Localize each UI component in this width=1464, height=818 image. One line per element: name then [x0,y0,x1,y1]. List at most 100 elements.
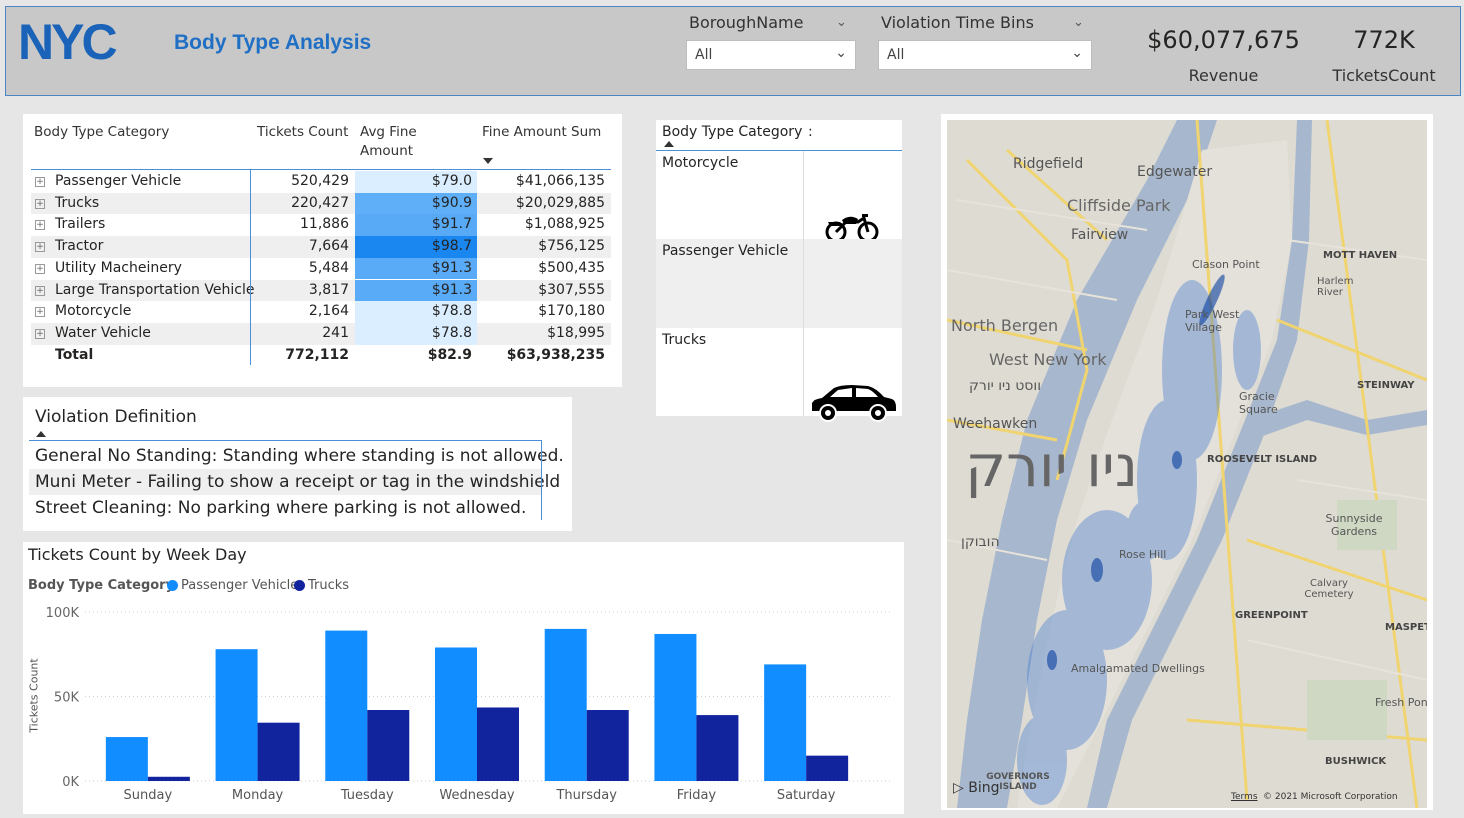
row-avg-fine: $90.9 [355,192,477,215]
map-city-label: ניו יורק [965,432,1139,500]
time-bins-dropdown-value: All [887,47,905,63]
bar-passenger-vehicle[interactable] [544,628,587,781]
bar-passenger-vehicle[interactable] [435,647,477,781]
bar-trucks[interactable] [586,710,629,781]
time-bins-dropdown[interactable]: All ⌄ [878,40,1092,70]
body-type-matrix: Body Type Category Tickets Count Avg Fin… [23,114,622,387]
page-title: Body Type Analysis [174,31,372,54]
map-label: Harlem River [1317,276,1354,298]
bar-passenger-vehicle[interactable] [105,737,148,781]
row-tickets-count: 7,664 [308,238,349,255]
borough-slicer-label: BoroughName [689,13,804,32]
col-header-avg-fine-line1: Avg Fine [360,124,417,140]
violation-definition-table: Violation Definition General No Standing… [23,397,572,531]
table-row[interactable]: + Trucks 220,427 $90.9 $20,029,885 [31,192,611,215]
sort-asc-icon[interactable] [664,141,674,147]
borough-dropdown[interactable]: All ⌄ [686,40,856,70]
table-row[interactable]: + Tractor 7,664 $98.7 $756,125 [31,236,611,258]
table-row[interactable]: + Passenger Vehicle 520,429 $79.0 $41,066,13… [31,171,611,193]
row-fine-sum: $1,088,925 [524,216,605,233]
x-tick-label: Thursday [555,788,617,803]
expand-row-icon[interactable]: + [35,328,45,339]
bar-passenger-vehicle[interactable] [764,664,807,781]
map-label: Weehawken [953,416,1038,432]
sort-desc-icon[interactable] [483,158,493,164]
y-tick-label: 100K [46,606,80,621]
y-tick-label: 50K [54,691,80,706]
table-row[interactable]: + Motorcycle 2,164 $78.8 $170,180 [31,301,611,323]
total-fine-sum: $63,938,235 [506,346,605,363]
col-header-category[interactable]: Body Type Category [34,123,169,142]
expand-row-icon[interactable]: + [35,307,45,318]
time-bins-slicer-collapse-icon[interactable]: ⌄ [1073,15,1084,30]
x-tick-label: Tuesday [340,788,394,803]
row-avg-fine: $78.8 [355,301,477,323]
expand-row-icon[interactable]: + [35,198,45,209]
bar-passenger-vehicle[interactable] [654,633,697,781]
col-header-tickets-count[interactable]: Tickets Count [257,123,348,142]
bar-trucks[interactable] [477,707,519,781]
bar-passenger-vehicle[interactable] [325,630,368,781]
map-canvas[interactable]: Ridgefield Edgewater Cliffside Park Fair… [947,120,1427,808]
map-label: Calvary Cemetery [1304,578,1354,600]
bing-label: Bing [968,780,1000,796]
expand-row-icon[interactable]: + [35,220,45,231]
violation-definition-row[interactable]: Muni Meter - Failing to show a receipt o… [29,469,560,495]
violation-definition-header[interactable]: Violation Definition [35,407,197,427]
table-border [541,440,542,520]
map-terms-link[interactable]: Terms [1231,792,1258,802]
col-header-image[interactable]: : [808,124,813,140]
row-category: Large Transportation Vehicle [55,281,255,298]
row-fine-sum: $41,066,135 [515,173,605,189]
table-row[interactable]: + Large Transportation Vehicle 3,817 $91.3 $… [31,279,611,302]
col-header-fine-sum[interactable]: Fine Amount Sum [482,123,601,142]
row-category: Motorcycle [55,303,132,320]
expand-row-icon[interactable]: + [35,242,45,253]
bar-passenger-vehicle[interactable] [215,649,258,781]
bar-trucks[interactable] [257,722,300,781]
bar-trucks[interactable] [147,776,190,781]
row-category: Trucks [55,194,100,211]
total-avg-fine: $82.9 [427,346,472,363]
row-tickets-count: 2,164 [308,303,349,320]
ticket-density-map[interactable]: Ridgefield Edgewater Cliffside Park Fair… [941,114,1433,810]
map-label: STEINWAY [1357,380,1415,391]
chevron-down-icon: ⌄ [1071,45,1083,61]
map-label: Edgewater [1137,164,1213,180]
table-row[interactable]: + Water Vehicle 241 $78.8 $18,995 [31,322,611,345]
borough-slicer-collapse-icon[interactable]: ⌄ [836,15,847,30]
image-table-row[interactable]: Passenger Vehicle [656,239,902,422]
map-label: Fairview [1071,227,1129,243]
row-avg-fine: $78.8 [355,322,477,345]
nyc-logo: NYC [18,14,158,70]
row-category: Water Vehicle [55,324,151,341]
expand-row-icon[interactable]: + [35,263,45,274]
map-copyright: © 2021 Microsoft Corporation [1263,792,1398,802]
table-row[interactable]: + Trailers 11,886 $91.7 $1,088,925 [31,214,611,237]
image-table-row[interactable]: Motorcycle [656,151,902,243]
violation-definition-row[interactable]: General No Standing: Standing where stan… [29,443,564,469]
header-divider [31,169,611,170]
violation-definition-row[interactable]: Street Cleaning: No parking where parkin… [29,495,541,521]
chart-plot-area: 0K 50K 100K Sunday Monday Tuesday Wednesday Thu… [46,606,893,803]
row-tickets-count: 11,886 [300,216,349,233]
col-header-category[interactable]: Body Type Category [662,124,802,140]
sort-asc-icon[interactable] [36,431,46,437]
expand-row-icon[interactable]: + [35,177,45,187]
col-header-avg-fine[interactable]: Avg Fine Amount [360,123,417,161]
tickets-kpi-value: 772K [1353,26,1415,54]
row-avg-fine: $91.3 [355,257,477,280]
bing-b-icon: ▷ [953,780,964,796]
bar-trucks[interactable] [367,710,410,781]
bar-trucks[interactable] [696,715,739,781]
bar-trucks[interactable] [806,755,849,781]
x-tick-label: Monday [232,788,284,803]
row-category: Utility Macheinery [55,259,182,276]
weekday-tickets-chart[interactable]: Tickets Count by Week Day Body Type Cate… [23,542,904,814]
expand-row-icon[interactable]: + [35,285,45,296]
total-row: Total 772,112 $82.9 $63,938,235 [31,345,611,367]
image-table-row[interactable]: Trucks [656,328,902,602]
chevron-down-icon: ⌄ [835,45,847,61]
row-avg-fine: $79.0 [355,171,477,193]
table-row[interactable]: + Utility Macheinery 5,484 $91.3 $500,435 [31,257,611,280]
